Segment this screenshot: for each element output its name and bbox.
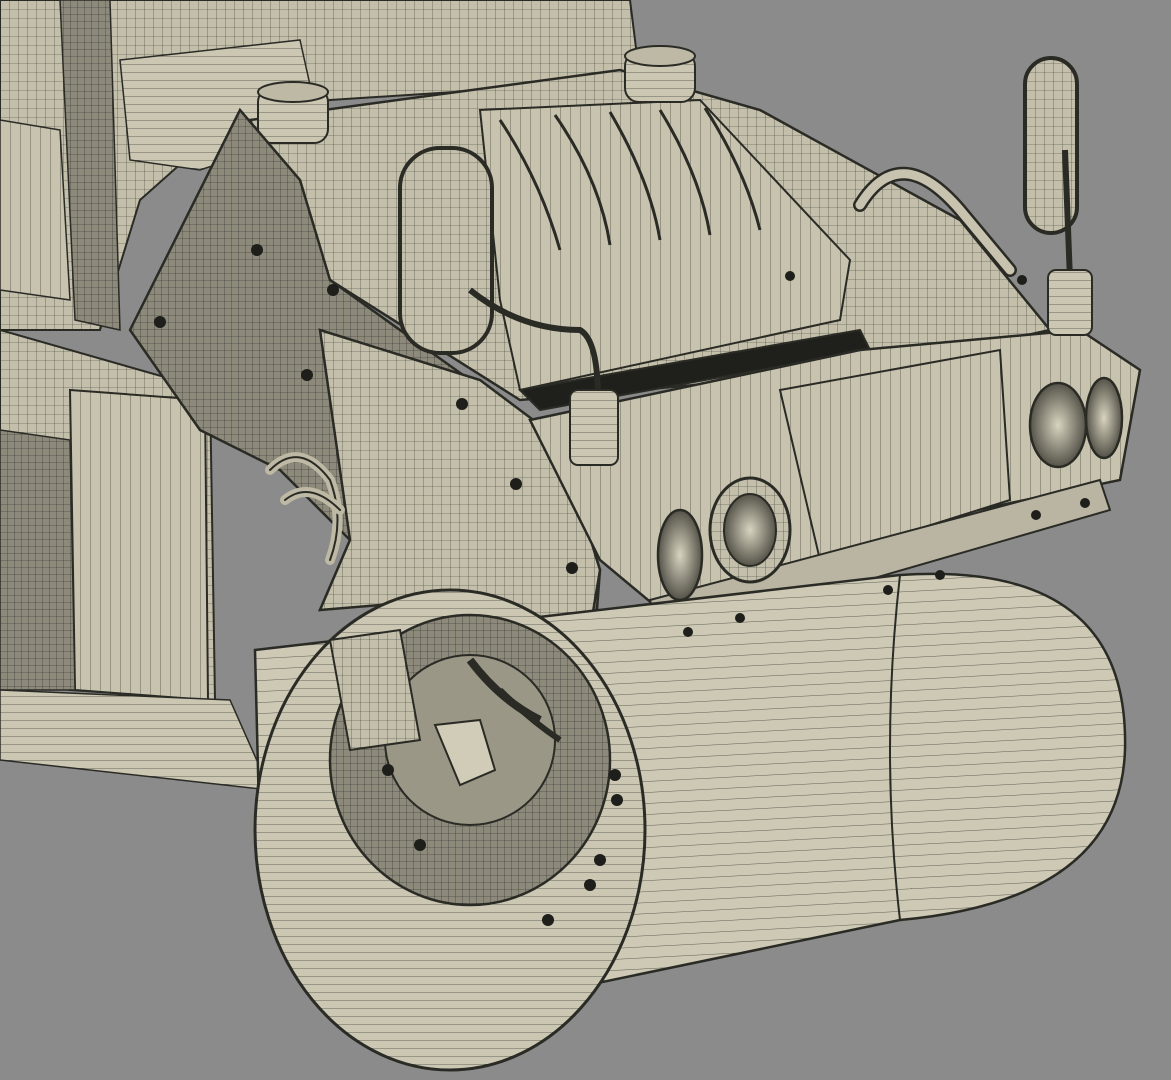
headlamp-right-outer <box>1028 381 1088 469</box>
headlamp-left-inner <box>708 476 792 584</box>
headlamp-left-outer <box>656 508 704 602</box>
filler-cap-right <box>624 45 696 103</box>
mirror-right <box>1023 56 1093 336</box>
filler-cap-left <box>257 81 329 144</box>
3d-viewport[interactable] <box>0 0 1171 1080</box>
headlamp-right-inner <box>1084 376 1124 460</box>
